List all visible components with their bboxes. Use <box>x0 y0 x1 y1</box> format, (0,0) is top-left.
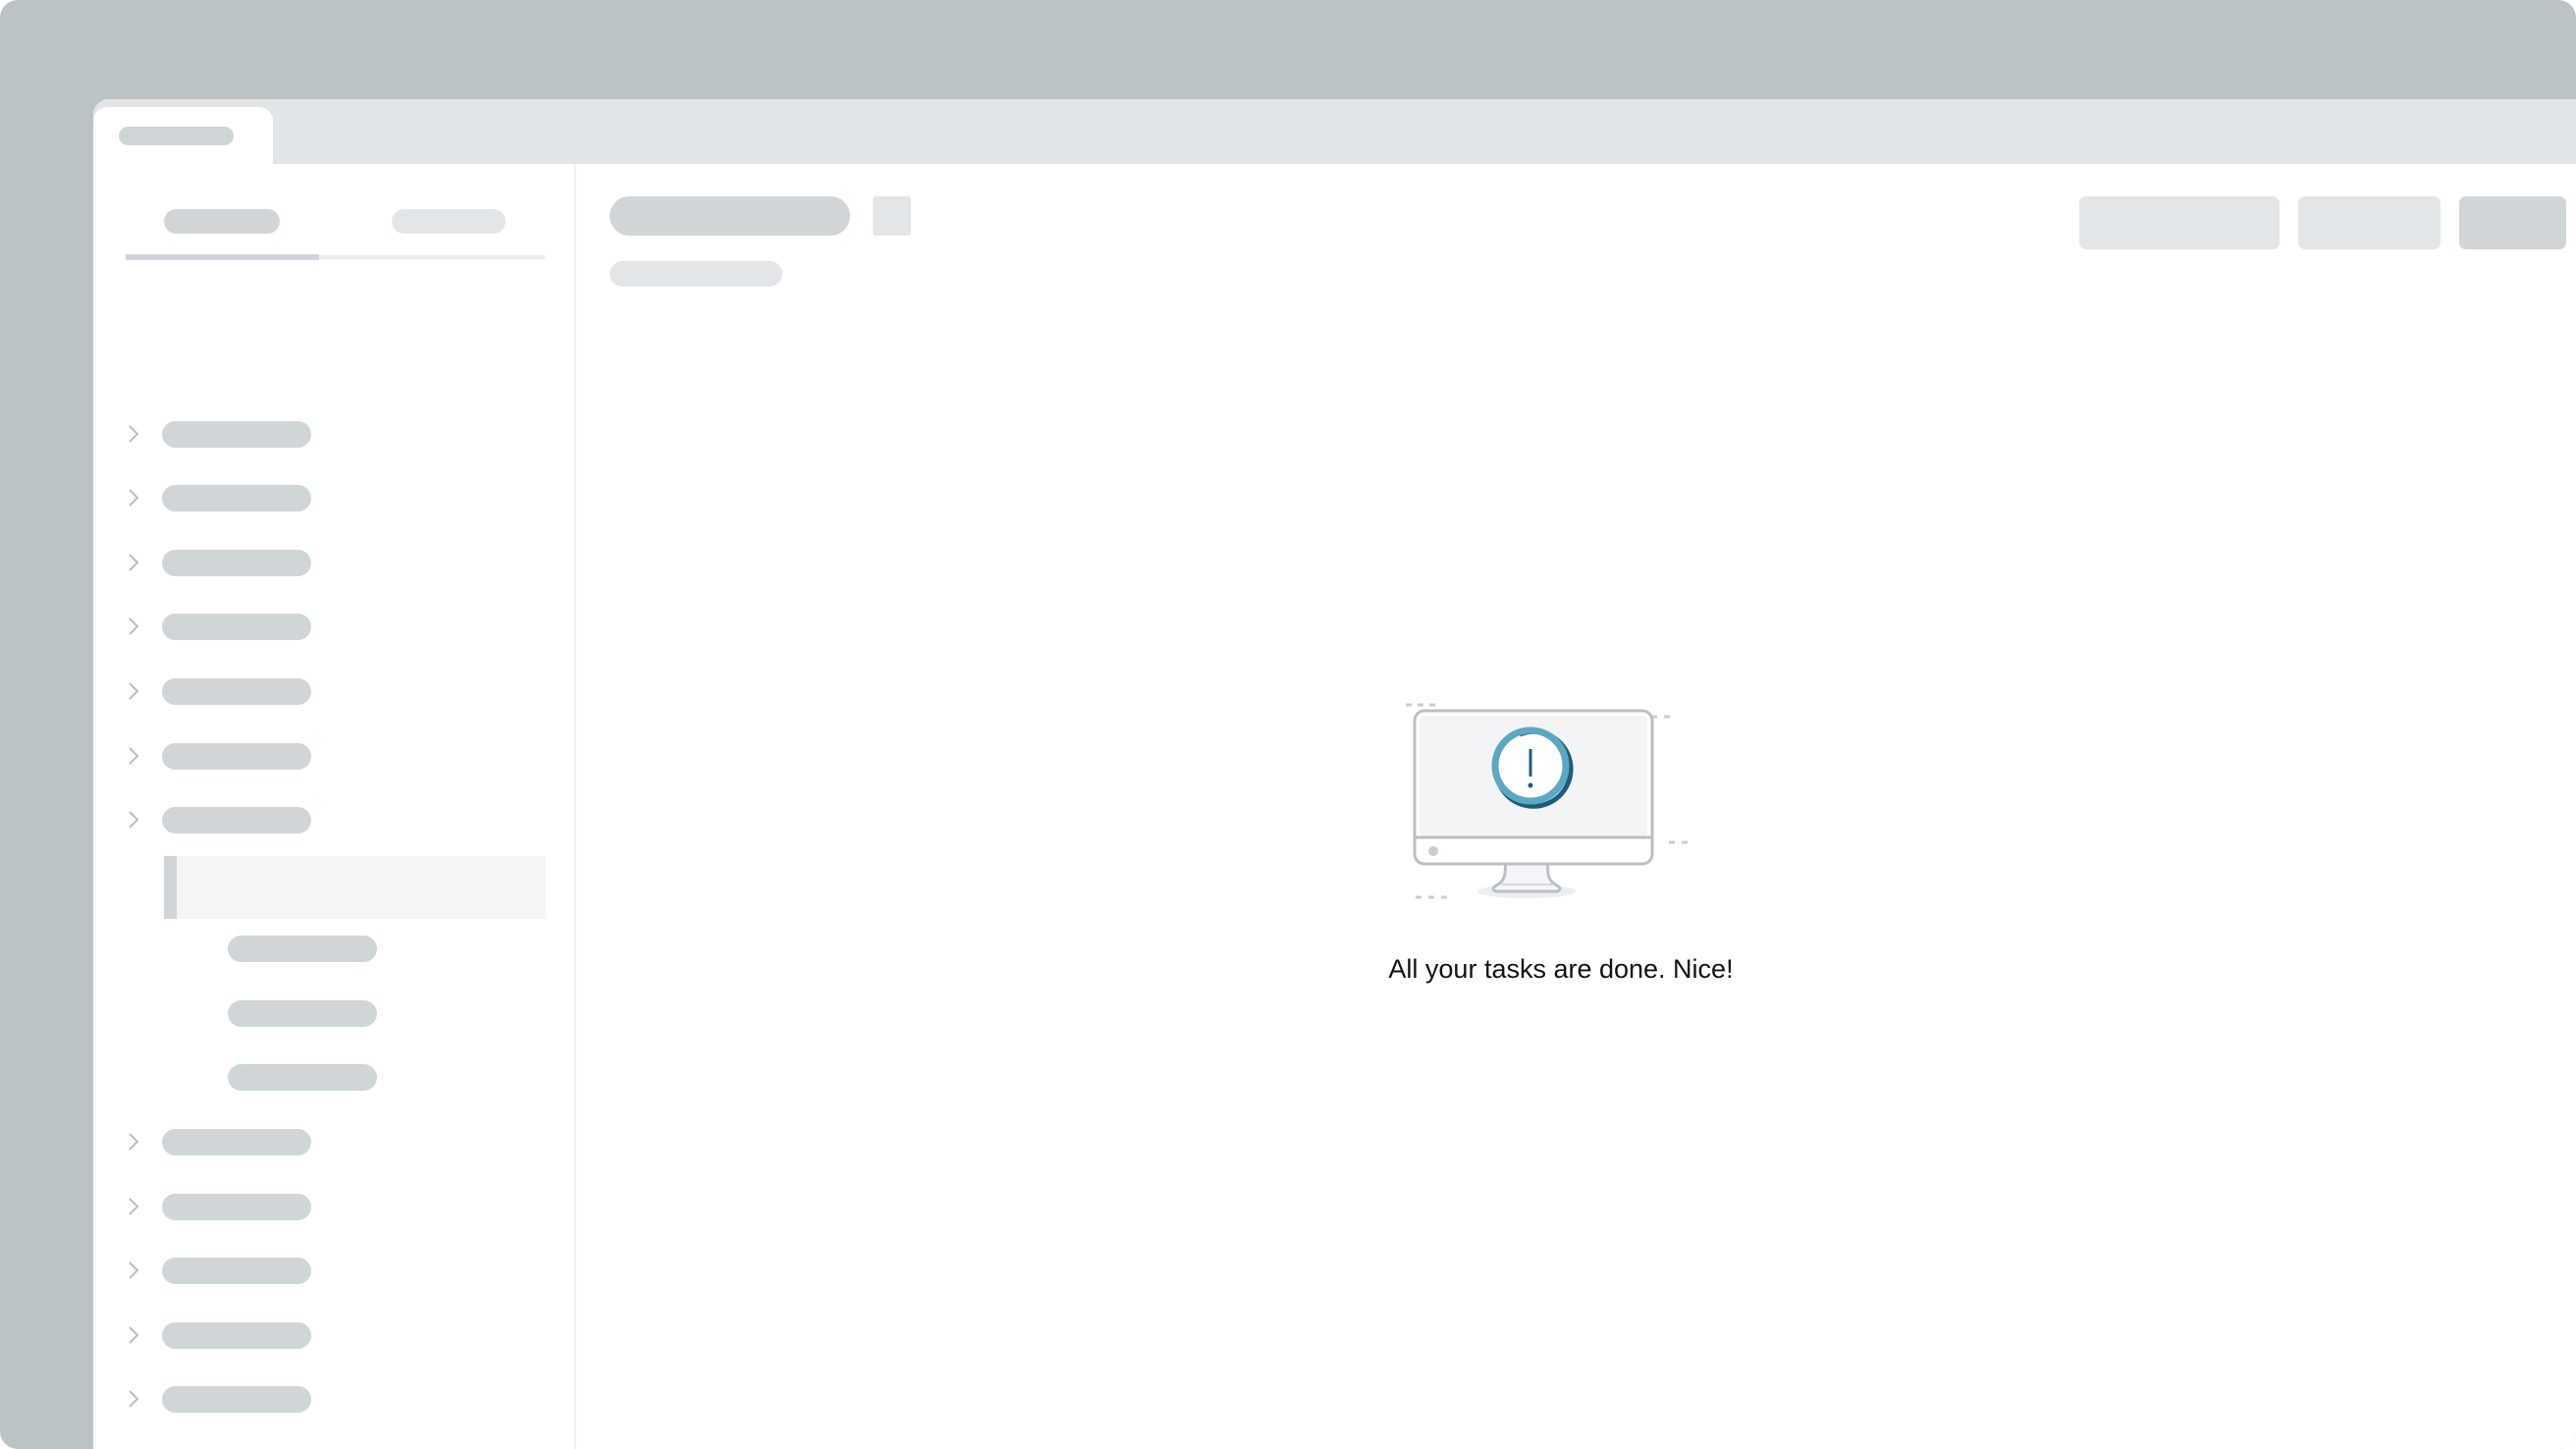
chevron-right-icon[interactable] <box>123 551 144 574</box>
chevron-right-icon[interactable] <box>123 1323 144 1347</box>
tree-child-selected[interactable] <box>164 856 546 919</box>
tab-label-placeholder <box>119 127 234 145</box>
toolbar-button-2[interactable] <box>2298 196 2441 249</box>
tree-item-label <box>162 1386 311 1413</box>
chevron-right-icon[interactable] <box>123 615 144 638</box>
title-action-icon[interactable] <box>873 196 911 236</box>
tree-item[interactable] <box>93 1314 574 1359</box>
sidebar-tab-active-indicator <box>126 254 319 260</box>
tree-item[interactable] <box>93 1249 574 1294</box>
tree-item-label <box>162 550 311 576</box>
tree-item-label <box>162 421 311 448</box>
tree-child-label <box>228 1064 377 1091</box>
page-subtitle <box>610 261 782 287</box>
tree-child-item[interactable] <box>93 927 574 972</box>
tree-item[interactable] <box>93 1377 574 1422</box>
sidebar-tab-inactive[interactable] <box>392 209 506 234</box>
tree-item-label <box>162 807 311 833</box>
screenshot-frame: All your tasks are done. Nice! <box>0 0 2576 1449</box>
empty-state-message: All your tasks are done. Nice! <box>1388 954 1734 984</box>
empty-state: All your tasks are done. Nice! <box>1355 699 1767 1023</box>
sidebar <box>93 164 576 1449</box>
chevron-right-icon[interactable] <box>123 1259 144 1282</box>
tree-item-label <box>162 678 311 705</box>
tree-item-label <box>162 1258 311 1284</box>
tree-child-label <box>228 936 377 962</box>
sidebar-tab-active[interactable] <box>164 209 280 234</box>
chevron-right-icon[interactable] <box>123 1130 144 1154</box>
chevron-right-icon[interactable] <box>123 422 144 446</box>
chevron-right-icon[interactable] <box>123 486 144 510</box>
chevron-right-icon[interactable] <box>123 744 144 768</box>
tree-item-label <box>162 1194 311 1220</box>
tree-item[interactable] <box>93 605 574 650</box>
monitor-alert-icon <box>1406 703 1688 899</box>
tree-item-expanded[interactable] <box>93 798 574 843</box>
app-window: All your tasks are done. Nice! <box>93 99 2576 1449</box>
toolbar-primary-button[interactable] <box>2459 196 2566 249</box>
chevron-right-icon[interactable] <box>123 1195 144 1218</box>
selected-indicator <box>164 856 177 919</box>
main-content: All your tasks are done. Nice! <box>576 164 2576 1449</box>
tree-item[interactable] <box>93 734 574 779</box>
tree-item-label <box>162 1129 311 1155</box>
tree-item[interactable] <box>93 1120 574 1165</box>
tree-item[interactable] <box>93 1185 574 1230</box>
page-title <box>610 196 850 236</box>
toolbar-button-1[interactable] <box>2079 196 2280 249</box>
tree-child-item[interactable] <box>93 1055 574 1100</box>
tab-active[interactable] <box>93 107 273 164</box>
tree-item[interactable] <box>93 412 574 457</box>
tree-item-label <box>162 743 311 770</box>
tree-child-label <box>228 1000 377 1027</box>
tree-item[interactable] <box>93 670 574 715</box>
tree-item-label <box>162 485 311 511</box>
chevron-right-icon[interactable] <box>123 808 144 832</box>
tab-bar <box>93 99 2576 164</box>
tree-child-item[interactable] <box>93 992 574 1037</box>
tree-item-label <box>162 614 311 640</box>
tree-item[interactable] <box>93 476 574 521</box>
tree-item-label <box>162 1322 311 1349</box>
tree-item[interactable] <box>93 541 574 586</box>
chevron-right-icon[interactable] <box>123 679 144 703</box>
chevron-right-icon[interactable] <box>123 1387 144 1411</box>
